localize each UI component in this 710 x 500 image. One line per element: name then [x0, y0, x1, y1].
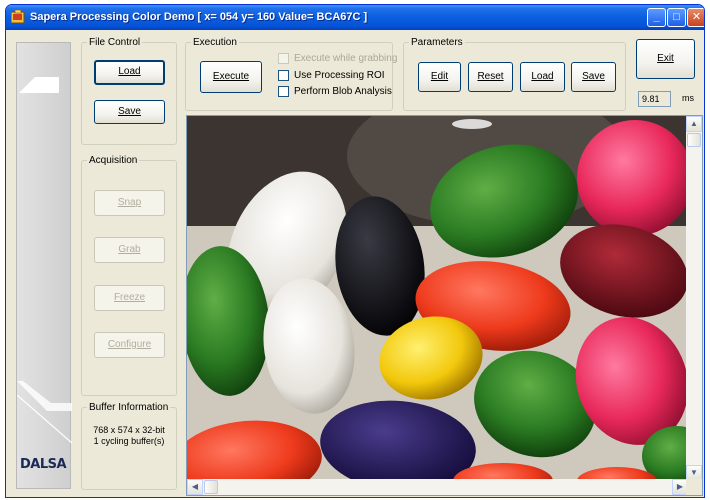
title-bar[interactable]: Sapera Processing Color Demo [ x= 054 y=… [6, 5, 704, 30]
parameters-legend: Parameters [411, 37, 463, 48]
close-icon: ✕ [691, 11, 702, 23]
freeze-button[interactable]: Freeze [94, 285, 165, 311]
buffer-count: 1 cycling buffer(s) [93, 436, 165, 446]
arrow-down-icon: ▼ [690, 468, 698, 477]
checkbox-box[interactable] [278, 86, 289, 97]
use-processing-roi-checkbox[interactable]: Use Processing ROI [278, 70, 385, 81]
sidebar-graphic [17, 77, 72, 444]
scroll-up-button[interactable]: ▲ [686, 116, 702, 132]
minimize-button[interactable]: _ [647, 8, 666, 27]
execution-legend: Execution [193, 37, 237, 48]
arrow-right-icon: ▶ [676, 482, 684, 491]
param-save-button[interactable]: Save [571, 62, 616, 92]
buffer-info-text: 768 x 574 x 32-bit 1 cycling buffer(s) [86, 425, 172, 447]
horizontal-scrollbar[interactable]: ◀ ▶ [187, 479, 688, 495]
image-display[interactable] [187, 116, 688, 481]
checkbox-box[interactable] [278, 53, 289, 64]
window-title: Sapera Processing Color Demo [ x= 054 y=… [30, 11, 368, 23]
scroll-corner [686, 479, 702, 495]
minimize-icon: _ [653, 11, 660, 23]
arrow-up-icon: ▲ [690, 119, 698, 128]
checkbox-label: Execute while grabbing [294, 53, 398, 64]
app-window: Sapera Processing Color Demo [ x= 054 y=… [5, 4, 705, 498]
configure-button[interactable]: Configure [94, 332, 165, 358]
file-control-group: File Control [81, 37, 177, 145]
app-icon [11, 10, 25, 24]
checkbox-label: Perform Blob Analysis [294, 86, 392, 97]
buffer-dimensions: 768 x 574 x 32-bit [93, 425, 165, 435]
jellybeans-image [187, 116, 688, 481]
arrow-left-icon: ◀ [191, 482, 199, 491]
checkbox-box[interactable] [278, 70, 289, 81]
file-control-legend: File Control [89, 37, 141, 48]
timing-unit: ms [682, 93, 694, 103]
param-reset-button[interactable]: Reset [468, 62, 513, 92]
dalsa-sidebar: DALSA [16, 42, 72, 489]
vertical-scrollbar[interactable]: ▲ ▼ [686, 116, 702, 481]
perform-blob-analysis-checkbox[interactable]: Perform Blob Analysis [278, 86, 392, 97]
close-button[interactable]: ✕ [687, 8, 704, 27]
client-area: DALSA File Control Load Save Acquisition… [9, 30, 703, 496]
maximize-icon: □ [673, 11, 680, 23]
vertical-scroll-thumb[interactable] [687, 133, 701, 147]
dalsa-logo: DALSA [20, 457, 67, 472]
horizontal-scroll-thumb[interactable] [204, 480, 218, 494]
maximize-button[interactable]: □ [667, 8, 686, 27]
param-edit-button[interactable]: Edit [418, 62, 461, 92]
checkbox-label: Use Processing ROI [294, 70, 385, 81]
file-load-button[interactable]: Load [94, 60, 165, 85]
param-load-button[interactable]: Load [520, 62, 565, 92]
file-save-button[interactable]: Save [94, 100, 165, 124]
acquisition-legend: Acquisition [89, 155, 138, 166]
timing-field: 9.81 [638, 91, 671, 107]
scroll-left-button[interactable]: ◀ [187, 479, 203, 495]
snap-button[interactable]: Snap [94, 190, 165, 216]
grab-button[interactable]: Grab [94, 237, 165, 263]
execute-button[interactable]: Execute [200, 61, 262, 93]
exit-button[interactable]: Exit [636, 39, 695, 79]
buffer-info-legend: Buffer Information [89, 402, 169, 413]
execute-while-grabbing-checkbox[interactable]: Execute while grabbing [278, 53, 397, 64]
image-viewer[interactable]: ▲ ▼ ◀ ▶ [186, 115, 703, 496]
